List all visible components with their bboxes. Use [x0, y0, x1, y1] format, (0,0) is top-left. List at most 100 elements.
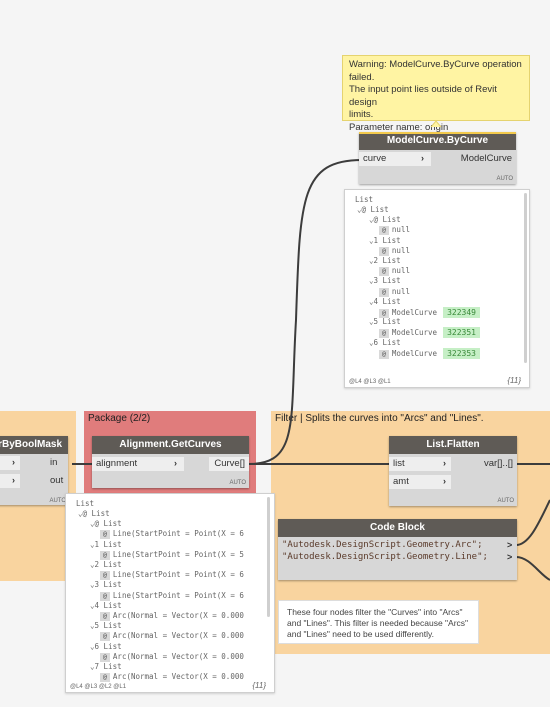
preview-sublist: ⌄@ List [78, 509, 110, 518]
lacing-label: AUTO [497, 498, 514, 504]
filter-by-boolmask-node[interactable]: rByBoolMask › › in out AUTO [0, 436, 68, 505]
preview-sublist: ⌄6 List [90, 642, 122, 651]
preview-text: null [391, 286, 410, 296]
preview-text: ⌄@ List [78, 509, 110, 518]
preview-root: List [355, 195, 374, 204]
preview-scrollbar[interactable] [267, 497, 270, 617]
preview-sublist: ⌄2 List [90, 560, 122, 569]
preview-text: ⌄@ List [90, 519, 122, 529]
preview-text: ⌄1 List [369, 235, 401, 245]
preview-text: ModelCurve [391, 308, 438, 317]
preview-index: @ [100, 591, 110, 601]
element-id-badge[interactable]: 322353 [443, 347, 480, 359]
curve-output-port[interactable]: Curve[] [209, 457, 249, 471]
preview-text: null [391, 225, 410, 235]
preview-levels: @L4 @L3 @L2 @L1 [70, 684, 127, 690]
chevron-right-icon: › [12, 457, 15, 467]
mask-input-port[interactable] [0, 456, 20, 470]
preview-item: @ null [379, 225, 410, 236]
tooltip-line: The input point lies outside of Revit de… [349, 84, 497, 108]
preview-item: @ Line(StartPoint = Point(X = 6 [100, 529, 244, 540]
preview-sublist: ⌄7 List [90, 662, 122, 671]
preview-item: @ Line(StartPoint = Point(X = 6 [100, 591, 244, 601]
preview-count: {11} [507, 376, 521, 385]
getcurves-preview[interactable]: List ⌄@ List ⌄@ List @ Line(StartPoint = Po… [65, 493, 275, 693]
chevron-right-icon: › [174, 458, 177, 468]
preview-item: @ Line(StartPoint = Point(X = 6 [100, 570, 244, 581]
preview-sublist: ⌄@ List [369, 215, 401, 224]
preview-item: @ Arc(Normal = Vector(X = 0.000 [100, 611, 244, 621]
preview-text: ⌄@ List [357, 205, 389, 214]
code-line-line[interactable]: "Autodesk.DesignScript.Geometry.Line"; [282, 552, 488, 562]
code-line-arc[interactable]: "Autodesk.DesignScript.Geometry.Arc"; [282, 540, 482, 550]
preview-item: @ null [379, 246, 410, 256]
preview-sublist: ⌄4 List [369, 297, 401, 306]
list-input-port[interactable]: list [389, 457, 451, 471]
modelcurve-output-port[interactable]: ModelCurve [436, 152, 516, 166]
modelcurve-preview[interactable]: List ⌄@ List ⌄@ List @ null ⌄1 List @ null ⌄2 L… [344, 189, 530, 388]
preview-index: @ [100, 612, 110, 621]
preview-index: @ [100, 530, 110, 540]
preview-text: Line(StartPoint = Point(X = 6 [112, 570, 244, 580]
preview-index: @ [100, 571, 110, 581]
node-title: Code Block [278, 519, 517, 537]
preview-sublist: ⌄5 List [90, 621, 122, 630]
element-id-badge[interactable]: 322351 [443, 327, 480, 339]
preview-sublist: ⌄2 List [369, 256, 401, 265]
preview-item: @ Arc(Normal = Vector(X = 0.000 [100, 672, 244, 683]
preview-sublist: ⌄1 List [90, 540, 122, 549]
list-flatten-node[interactable]: List.Flatten list › amt › var[]..[] AUTO [389, 436, 517, 506]
preview-scrollbar[interactable] [524, 193, 527, 363]
chevron-right-icon[interactable]: > [507, 540, 512, 550]
wire-codeblock-out-2 [515, 556, 550, 581]
preview-levels: @L4 @L3 @L1 [349, 379, 391, 385]
preview-item: @ null [379, 287, 410, 297]
chevron-right-icon[interactable]: > [507, 552, 512, 562]
preview-text: null [391, 266, 410, 276]
code-block-node[interactable]: Code Block "Autodesk.DesignScript.Geomet… [278, 519, 517, 580]
alignment-input-port[interactable]: alignment [92, 457, 184, 471]
lacing-label: AUTO [496, 176, 513, 182]
chevron-right-icon: › [443, 458, 446, 468]
preview-text: ⌄3 List [90, 580, 122, 590]
amt-input-port[interactable]: amt [389, 475, 451, 489]
preview-text: ⌄2 List [369, 256, 401, 265]
node-title: Alignment.GetCurves [92, 436, 249, 454]
element-id-badge[interactable]: 322349 [443, 307, 480, 318]
tooltip-line: Warning: ModelCurve.ByCurve operation [349, 59, 522, 70]
modelcurve-bycurve-node[interactable]: ModelCurve.ByCurve curve › ModelCurve AU… [359, 132, 516, 184]
preview-item: @ Line(StartPoint = Point(X = 5 [100, 550, 244, 560]
alignment-getcurves-node[interactable]: Alignment.GetCurves alignment › Curve[] … [92, 436, 249, 488]
wire-codeblock-out-1 [515, 499, 550, 546]
preview-sublist: ⌄@ List [357, 205, 389, 214]
preview-text: Line(StartPoint = Point(X = 6 [112, 590, 244, 600]
preview-sublist: ⌄@ List [90, 519, 122, 528]
preview-root: List [76, 499, 95, 508]
preview-index: @ [379, 246, 389, 256]
preview-item: @ null [379, 266, 410, 277]
preview-text: Arc(Normal = Vector(X = 0.000 [112, 611, 244, 620]
in-output-port[interactable]: in [46, 456, 68, 470]
warning-tooltip: Warning: ModelCurve.ByCurve operation fa… [342, 55, 530, 133]
preview-sublist: ⌄3 List [90, 580, 122, 589]
node-title: List.Flatten [389, 436, 517, 454]
preview-index: @ [379, 226, 389, 236]
preview-text: ⌄@ List [369, 215, 401, 225]
preview-index: @ [379, 287, 389, 297]
tooltip-pointer-icon [430, 120, 442, 128]
var-output-port[interactable]: var[]..[] [467, 457, 517, 471]
preview-text: ⌄2 List [90, 560, 122, 569]
filter-note[interactable]: These four nodes filter the "Curves" int… [278, 600, 479, 644]
preview-text: ⌄1 List [90, 539, 122, 549]
preview-item: @ Arc(Normal = Vector(X = 0.000 [100, 631, 244, 642]
preview-sublist: ⌄3 List [369, 276, 401, 285]
preview-sublist: ⌄6 List [369, 338, 401, 347]
preview-text: null [391, 245, 410, 255]
list-input-port[interactable] [0, 474, 20, 488]
preview-index: @ [100, 673, 110, 683]
preview-sublist: ⌄4 List [90, 601, 122, 610]
preview-text: ⌄4 List [369, 296, 401, 306]
out-output-port[interactable]: out [46, 474, 68, 488]
lacing-label: AUTO [229, 480, 246, 486]
preview-text: ⌄5 List [369, 317, 401, 327]
